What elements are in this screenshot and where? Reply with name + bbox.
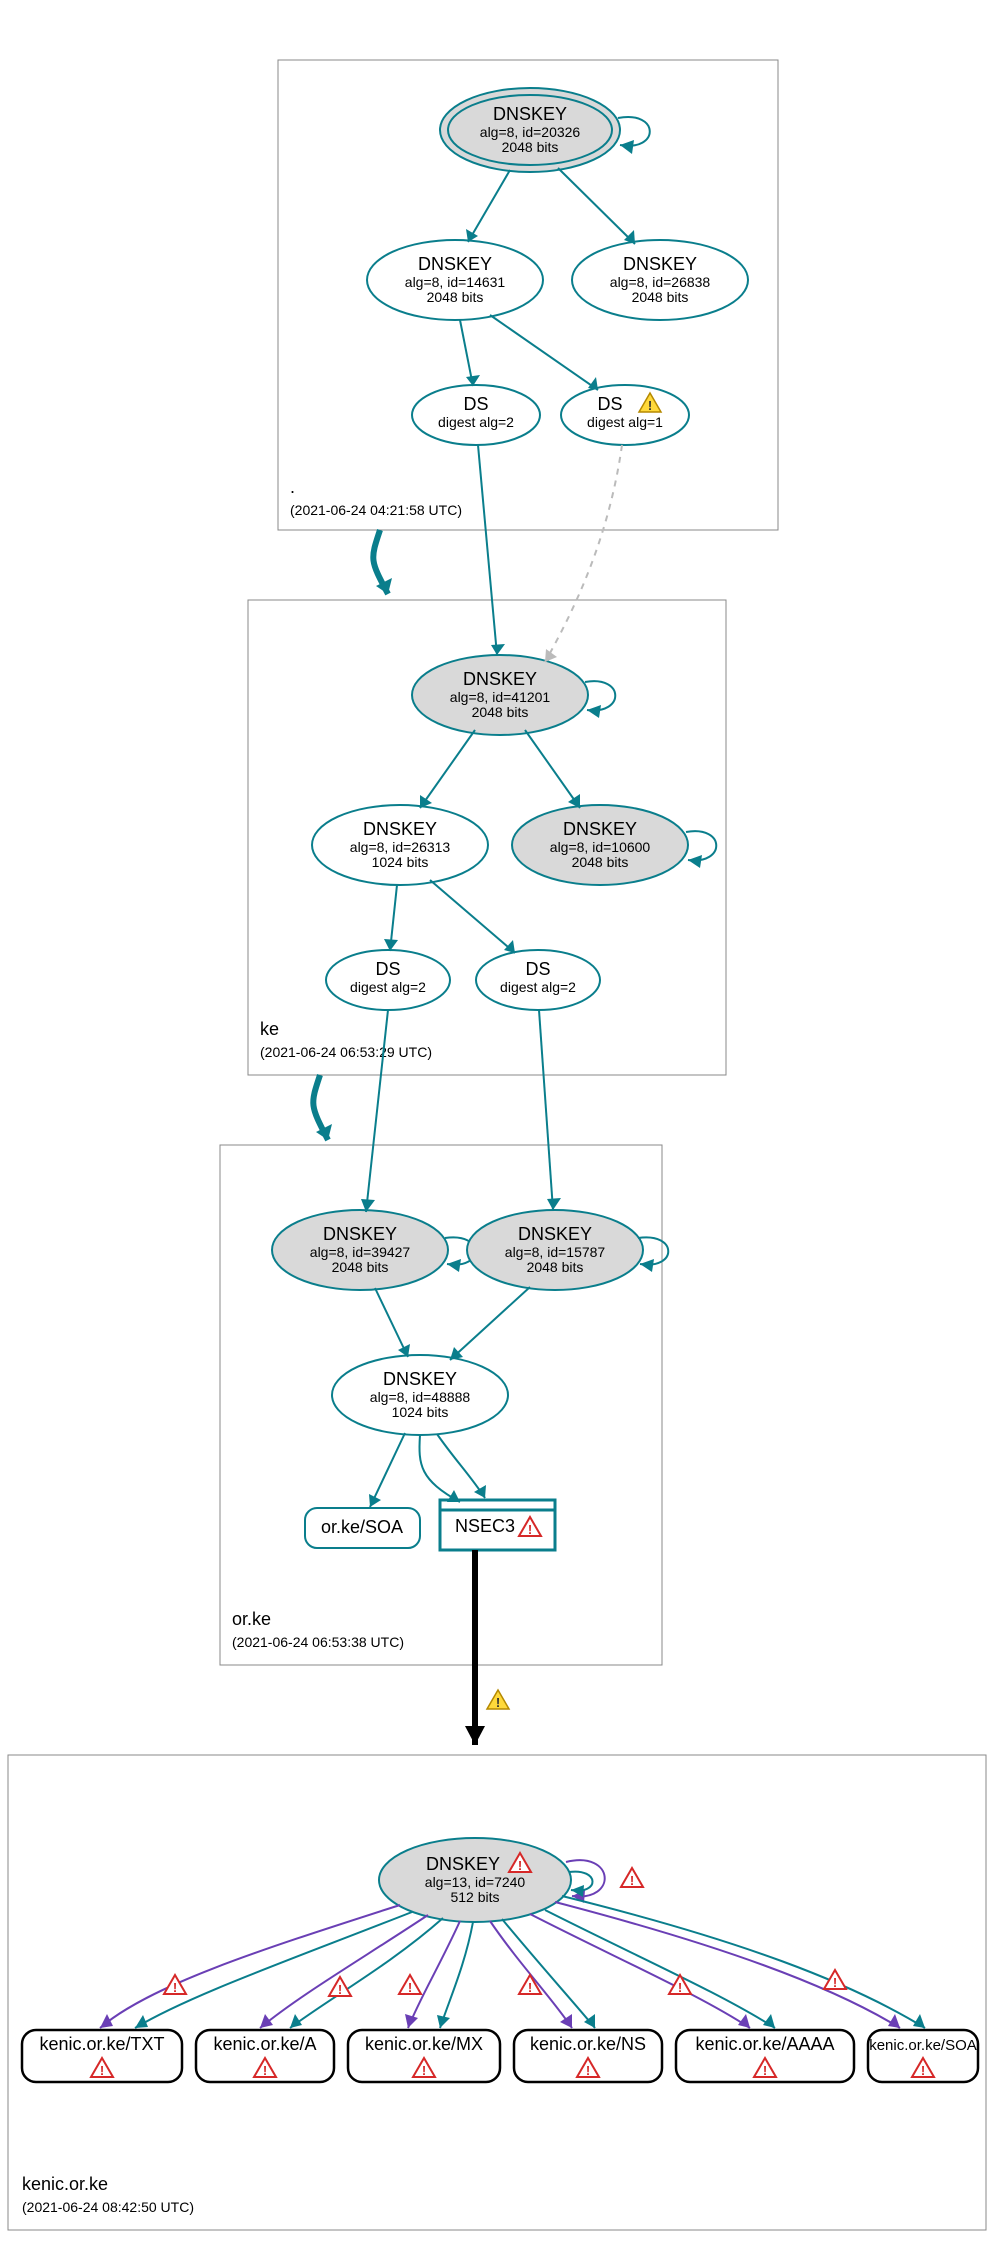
svg-text:kenic.or.ke/NS: kenic.or.ke/NS (530, 2034, 646, 2054)
svg-text:DNSKEY: DNSKEY (563, 819, 637, 839)
svg-text:DNSKEY: DNSKEY (323, 1224, 397, 1244)
zone-ke-name: ke (260, 1019, 279, 1039)
zone-ke-ts: (2021-06-24 06:53:29 UTC) (260, 1044, 432, 1060)
dnskey-root-zsk2: DNSKEY alg=8, id=26838 2048 bits (572, 240, 748, 320)
error-icon (519, 1975, 541, 1995)
zone-kenic (8, 1755, 986, 2230)
dnskey-kenic: DNSKEY alg=13, id=7240 512 bits (379, 1838, 571, 1922)
error-icon (399, 1975, 421, 1995)
zone-root-name: . (290, 477, 295, 497)
svg-text:DS: DS (597, 394, 622, 414)
error-icon (621, 1868, 643, 1888)
svg-text:1024 bits: 1024 bits (392, 1404, 449, 1420)
svg-text:alg=8, id=26313: alg=8, id=26313 (350, 839, 451, 855)
svg-text:alg=8, id=14631: alg=8, id=14631 (405, 274, 506, 290)
svg-text:512 bits: 512 bits (450, 1889, 499, 1905)
svg-text:DNSKEY: DNSKEY (623, 254, 697, 274)
zone-kenic-name: kenic.or.ke (22, 2174, 108, 2194)
rr-kenic-mx: kenic.or.ke/MX (348, 2030, 500, 2082)
rr-kenic-a: kenic.or.ke/A (196, 2030, 334, 2082)
svg-text:alg=8, id=10600: alg=8, id=10600 (550, 839, 651, 855)
nsec3-box: NSEC3 (440, 1500, 555, 1550)
svg-text:alg=8, id=39427: alg=8, id=39427 (310, 1244, 411, 1260)
svg-text:alg=8, id=20326: alg=8, id=20326 (480, 124, 581, 140)
svg-text:2048 bits: 2048 bits (632, 289, 689, 305)
svg-text:1024 bits: 1024 bits (372, 854, 429, 870)
rr-kenic-ns: kenic.or.ke/NS (514, 2030, 662, 2082)
svg-text:digest alg=2: digest alg=2 (438, 414, 514, 430)
svg-text:alg=8, id=26838: alg=8, id=26838 (610, 274, 711, 290)
svg-text:DNSKEY: DNSKEY (363, 819, 437, 839)
svg-text:NSEC3: NSEC3 (455, 1516, 515, 1536)
svg-text:DNSKEY: DNSKEY (383, 1369, 457, 1389)
zone-orke-name: or.ke (232, 1609, 271, 1629)
svg-text:DS: DS (463, 394, 488, 414)
rr-kenic-txt: kenic.or.ke/TXT (22, 2030, 182, 2082)
ds-ke-1: DS digest alg=2 (326, 950, 450, 1010)
dnskey-root-zsk: DNSKEY alg=8, id=14631 2048 bits (367, 240, 543, 320)
rr-kenic-aaaa: kenic.or.ke/AAAA (676, 2030, 854, 2082)
zone-kenic-ts: (2021-06-24 08:42:50 UTC) (22, 2199, 194, 2215)
warning-icon (487, 1690, 509, 1710)
svg-text:2048 bits: 2048 bits (502, 139, 559, 155)
zone-root-ts: (2021-06-24 04:21:58 UTC) (290, 502, 462, 518)
svg-text:2048 bits: 2048 bits (527, 1259, 584, 1275)
ds-ke-2: DS digest alg=2 (476, 950, 600, 1010)
dnskey-ke-ksk: DNSKEY alg=8, id=41201 2048 bits (412, 655, 588, 735)
svg-text:kenic.or.ke/SOA: kenic.or.ke/SOA (869, 2037, 977, 2054)
rr-orke-soa: or.ke/SOA (305, 1508, 420, 1548)
dnskey-root-ksk: DNSKEY alg=8, id=20326 2048 bits (440, 88, 620, 172)
dnskey-orke-ksk1: DNSKEY alg=8, id=39427 2048 bits (272, 1210, 448, 1290)
svg-text:alg=8, id=41201: alg=8, id=41201 (450, 689, 551, 705)
svg-text:digest alg=1: digest alg=1 (587, 414, 663, 430)
svg-text:alg=8, id=48888: alg=8, id=48888 (370, 1389, 471, 1405)
svg-text:kenic.or.ke/MX: kenic.or.ke/MX (365, 2034, 483, 2054)
svg-text:2048 bits: 2048 bits (472, 704, 529, 720)
svg-text:digest alg=2: digest alg=2 (500, 979, 576, 995)
zone-orke-ts: (2021-06-24 06:53:38 UTC) (232, 1634, 404, 1650)
dnskey-orke-zsk: DNSKEY alg=8, id=48888 1024 bits (332, 1355, 508, 1435)
ds-root-1: DS digest alg=2 (412, 385, 540, 445)
svg-text:2048 bits: 2048 bits (572, 854, 629, 870)
svg-text:DS: DS (525, 959, 550, 979)
svg-text:or.ke/SOA: or.ke/SOA (321, 1517, 403, 1537)
svg-text:kenic.or.ke/TXT: kenic.or.ke/TXT (39, 2034, 164, 2054)
svg-text:DNSKEY: DNSKEY (426, 1854, 500, 1874)
dnskey-ke-zsk2: DNSKEY alg=8, id=10600 2048 bits (512, 805, 688, 885)
svg-text:kenic.or.ke/A: kenic.or.ke/A (213, 2034, 316, 2054)
svg-text:alg=8, id=15787: alg=8, id=15787 (505, 1244, 606, 1260)
svg-text:DS: DS (375, 959, 400, 979)
svg-text:kenic.or.ke/AAAA: kenic.or.ke/AAAA (695, 2034, 834, 2054)
svg-text:alg=13, id=7240: alg=13, id=7240 (425, 1874, 526, 1890)
svg-text:DNSKEY: DNSKEY (418, 254, 492, 274)
svg-text:digest alg=2: digest alg=2 (350, 979, 426, 995)
svg-text:2048 bits: 2048 bits (427, 289, 484, 305)
dnskey-ke-zsk: DNSKEY alg=8, id=26313 1024 bits (312, 805, 488, 885)
svg-text:2048 bits: 2048 bits (332, 1259, 389, 1275)
rr-kenic-soa: kenic.or.ke/SOA (868, 2030, 978, 2082)
error-icon (164, 1975, 186, 1995)
ds-root-2: DS digest alg=1 (561, 385, 689, 445)
error-icon (329, 1977, 351, 1997)
dnskey-orke-ksk2: DNSKEY alg=8, id=15787 2048 bits (467, 1210, 643, 1290)
svg-text:DNSKEY: DNSKEY (518, 1224, 592, 1244)
svg-text:DNSKEY: DNSKEY (493, 104, 567, 124)
svg-text:DNSKEY: DNSKEY (463, 669, 537, 689)
